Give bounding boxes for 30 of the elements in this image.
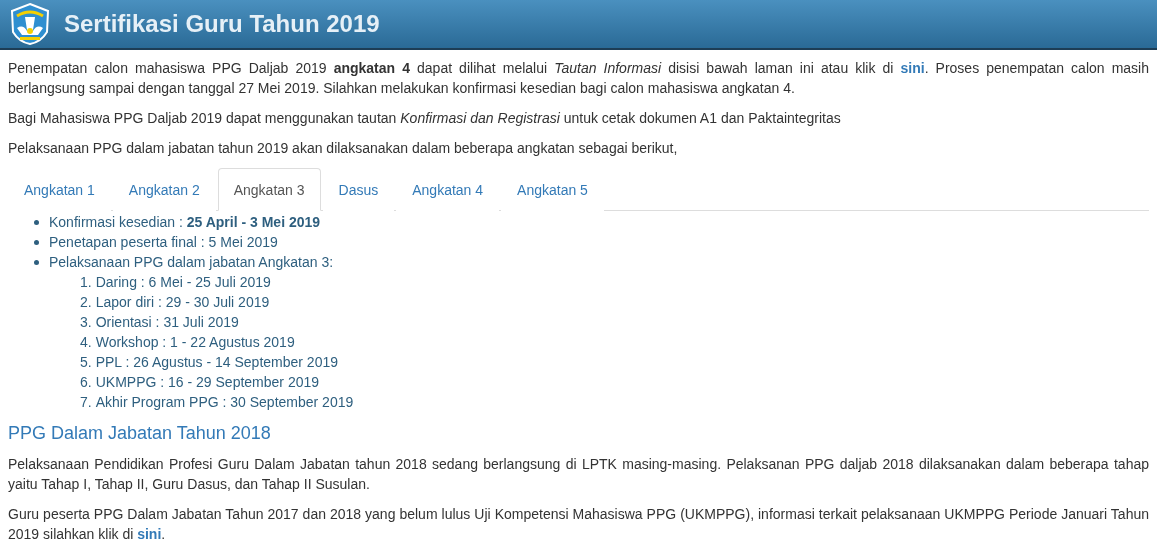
list-number: 1. [80,273,92,292]
list-item: Penetapan peserta final : 5 Mei 2019 [49,233,278,252]
bullet-icon [34,259,39,265]
page-title: Sertifikasi Guru Tahun 2019 [64,10,380,38]
list-number: 4. [80,333,92,352]
list-item: Konfirmasi kesedian : 25 April - 3 Mei 2019 [49,213,321,232]
list-item: UKMPPG : 16 - 29 September 2019 [95,373,320,392]
list-number: 3. [80,313,92,332]
list-item: Pelaksanaan PPG dalam jabatan Angkatan 3: [49,253,334,272]
list-item: Workshop : 1 - 22 Agustus 2019 [95,333,295,352]
list-number: 2. [80,293,92,312]
section-heading: PPG Dalam Jabatan Tahun 2018 [8,422,272,444]
list-number: 6. [80,373,92,392]
bullet-icon [34,219,39,225]
list-item: PPL : 26 Agustus - 14 September 2019 [95,353,338,372]
intro-paragraph: Pelaksanaan PPG dalam jabatan tahun 2019 akan dilaksanakan dalam beberapa angkatan sebagai berikut, [8,139,679,158]
list-number: 7. [80,393,92,412]
intro-paragraph: Bagi Mahasiswa PPG Daljab 2019 dapat menggunakan tautan Konfirmasi dan Registrasi untuk cetak dokumen A1 dan Paktaintegritas [8,109,842,128]
section-paragraph: Pelaksanaan Pendidikan Profesi Guru Dalam Jabatan tahun 2018 sedang berlangsung di LPTK masing-masing. Pelaksanan PPG daljab 2018 dilaksanakan dalam beberapa tahap yaitu Tahap I, Tahap II, Guru Dasus, dan Tahap II Susulan. [8,455,1149,494]
sini-link[interactable]: sini [900,60,925,76]
section-paragraph: Guru peserta PPG Dalam Jabatan Tahun 2017 dan 2018 yang belum lulus Uji Kompetensi Mahasiswa PPG (UKMPPG), informasi terkait pelaksanaan UKMPPG Periode Januari Tahun 2019 silahkan klik di sini. [8,505,1149,544]
intro-paragraph: Penempatan calon mahasiswa PPG Daljab 2019 angkatan 4 dapat dilihat melalui Tautan Informasi disisi bawah laman ini atau klik di sini. Proses penempatan calon masih berlangsung sampai dengan tanggal 27 Mei 2019. Silahkan melakukan konfirmasi kesedian bagi calon mahasiswa angkatan 4. [8,59,1149,98]
list-item: Orientasi : 31 Juli 2019 [95,313,239,332]
tab[interactable]: Angkatan 3 [217,168,321,211]
bullet-icon [34,239,39,245]
list-item: Akhir Program PPG : 30 September 2019 [95,393,354,412]
list-item: Lapor diri : 29 - 30 Juli 2019 [95,293,270,312]
list-item: Daring : 6 Mei - 25 Juli 2019 [95,273,271,292]
emblem-logo-icon [8,2,52,46]
list-number: 5. [80,353,92,372]
